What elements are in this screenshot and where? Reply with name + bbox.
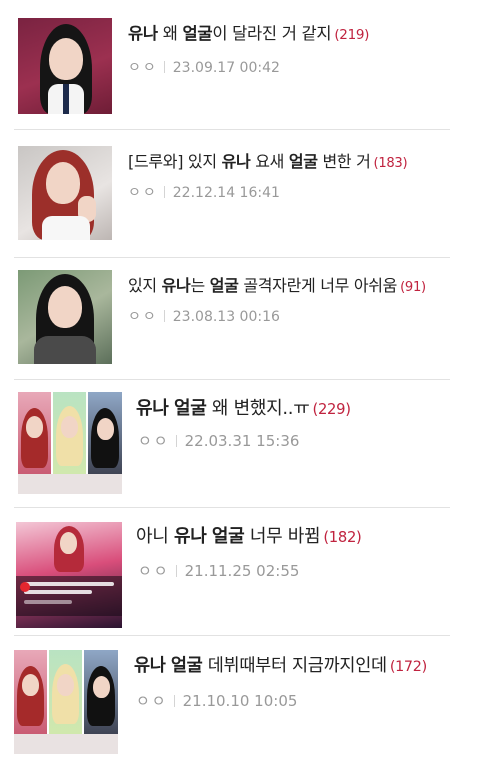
post-author: ㅇㅇ (128, 309, 158, 325)
post-title[interactable]: 아니 유나 얼굴 너무 바뀜 (182) (136, 522, 362, 548)
post-item[interactable]: 유나 왜 얼굴이 달라진 거 같지 (219) ㅇㅇ 23.09.17 00:42 (0, 0, 480, 130)
meta-separator (163, 310, 165, 322)
comment-count: (172) (389, 659, 427, 675)
post-date: 21.10.10 10:05 (182, 692, 298, 710)
post-item[interactable]: 유나 얼굴 데뷔때부터 지금까지인데 (172) ㅇㅇ 21.10.10 10:05 (0, 636, 480, 769)
post-date: 22.12.14 16:41 (172, 185, 280, 201)
post-author: ㅇㅇ (136, 692, 168, 710)
post-author: ㅇㅇ (128, 185, 158, 201)
comment-count: (182) (323, 529, 362, 546)
post-item[interactable]: [드루와] 있지 유나 요새 얼굴 변한 거 (183) ㅇㅇ 22.12.14 1… (0, 130, 480, 258)
post-meta: ㅇㅇ 23.09.17 00:42 (128, 57, 280, 77)
post-title[interactable]: 유나 얼굴 데뷔때부터 지금까지인데 (172) (134, 652, 427, 677)
post-meta: ㅇㅇ 22.12.14 16:41 (128, 182, 280, 202)
post-thumbnail[interactable] (18, 392, 122, 494)
post-title[interactable]: 있지 유나는 얼굴 골격자란게 너무 아쉬움 (91) (128, 272, 426, 296)
post-date: 22.03.31 15:36 (184, 432, 300, 450)
post-thumbnail[interactable] (18, 18, 112, 114)
post-meta: ㅇㅇ 21.11.25 02:55 (138, 560, 299, 581)
post-thumbnail[interactable] (14, 650, 118, 754)
post-date: 23.08.13 00:16 (172, 309, 280, 325)
post-meta: ㅇㅇ 21.10.10 10:05 (136, 690, 297, 711)
comment-count: (91) (400, 280, 426, 295)
post-meta: ㅇㅇ 23.08.13 00:16 (128, 306, 280, 326)
post-author: ㅇㅇ (138, 562, 170, 580)
post-item[interactable]: 아니 유나 얼굴 너무 바뀜 (182) ㅇㅇ 21.11.25 02:55 (0, 508, 480, 636)
post-author: ㅇㅇ (138, 432, 170, 450)
meta-separator (175, 435, 177, 447)
post-date: 23.09.17 00:42 (172, 60, 280, 76)
post-date: 21.11.25 02:55 (184, 562, 300, 580)
post-title[interactable]: 유나 왜 얼굴이 달라진 거 같지 (219) (128, 20, 369, 44)
post-author: ㅇㅇ (128, 60, 158, 76)
post-thumbnail[interactable] (16, 522, 122, 628)
comment-count: (183) (373, 156, 408, 171)
comment-count: (219) (334, 27, 370, 43)
meta-separator (173, 695, 175, 707)
comment-count: (229) (312, 401, 351, 418)
post-title[interactable]: 유나 얼굴 왜 변했지..ㅠ (229) (136, 394, 351, 420)
post-list: 유나 왜 얼굴이 달라진 거 같지 (219) ㅇㅇ 23.09.17 00:42 … (0, 0, 480, 769)
post-title[interactable]: [드루와] 있지 유나 요새 얼굴 변한 거 (183) (128, 148, 408, 172)
meta-separator (175, 565, 177, 577)
post-item[interactable]: 유나 얼굴 왜 변했지..ㅠ (229) ㅇㅇ 22.03.31 15:36 (0, 380, 480, 508)
post-item[interactable]: 있지 유나는 얼굴 골격자란게 너무 아쉬움 (91) ㅇㅇ 23.08.13 00… (0, 258, 480, 380)
meta-separator (163, 186, 165, 198)
post-thumbnail[interactable] (18, 270, 112, 364)
meta-separator (163, 61, 165, 73)
post-meta: ㅇㅇ 22.03.31 15:36 (138, 430, 299, 451)
post-thumbnail[interactable] (18, 146, 112, 240)
